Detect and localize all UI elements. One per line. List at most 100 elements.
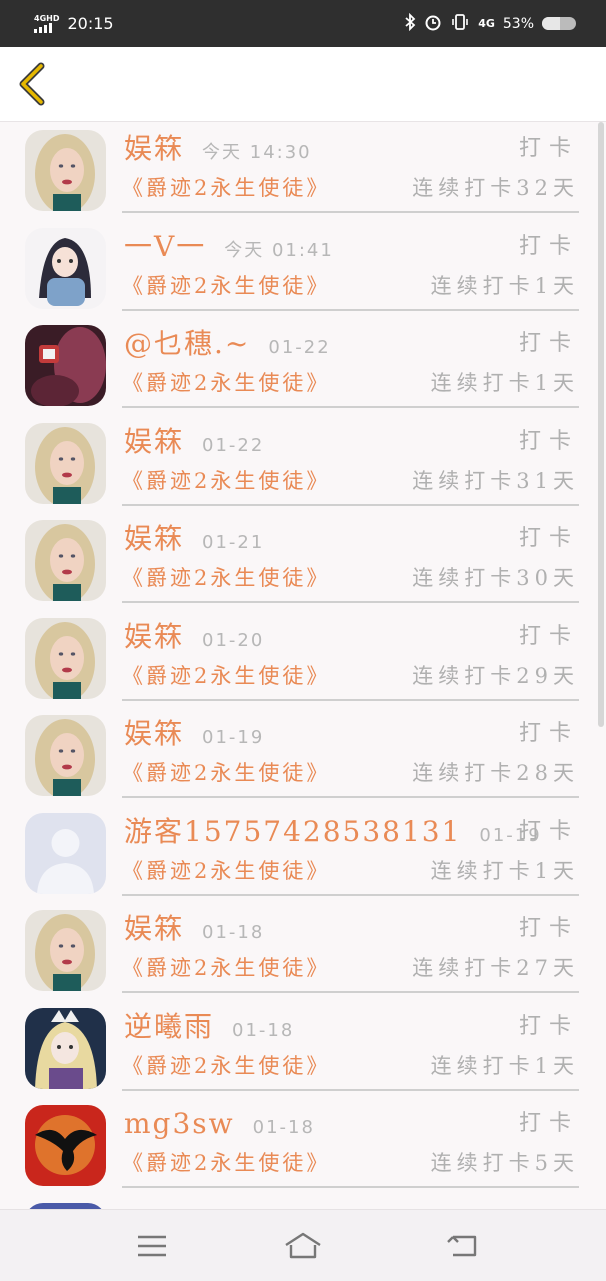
row-content: @乜穗.~ 01-22 打卡《爵迹2永生使徒》 连续打卡1天 xyxy=(122,317,579,408)
checkin-label: 打卡 xyxy=(518,331,579,356)
timestamp: 今天 01:41 xyxy=(224,239,334,261)
username[interactable]: 游客15757428538131 01-19 xyxy=(124,815,542,853)
avatar[interactable] xyxy=(25,617,106,699)
row-content: 娱箖 01-19 打卡《爵迹2永生使徒》 连续打卡28天 xyxy=(122,707,579,798)
network-type: 4GHD xyxy=(34,13,60,23)
avatar[interactable] xyxy=(25,325,106,406)
checkin-row[interactable]: 游客15757428538131 01-19 打卡 《爵迹2永生使徒》 连续打卡1天 xyxy=(0,805,606,902)
checkin-label: 打卡 xyxy=(518,526,579,551)
book-title[interactable]: 《爵迹2永生使徒》 xyxy=(122,465,330,497)
username[interactable]: mg3sw 01-18 xyxy=(124,1107,315,1145)
row-content: 娱箖 01-21 打卡《爵迹2永生使徒》 连续打卡30天 xyxy=(122,512,579,603)
username[interactable]: 娱箖 01-21 xyxy=(124,522,264,560)
scrollbar[interactable] xyxy=(598,122,604,727)
status-bar: 4GHD 20:15 4G 53% xyxy=(0,0,606,47)
row-content: 逆曦雨 01-18 打卡《爵迹2永生使徒》 连续打卡1天 xyxy=(122,1000,579,1091)
book-title[interactable]: 《爵迹2永生使徒》 xyxy=(122,367,330,399)
checkin-row[interactable]: @乜穗.~ 01-22 打卡《爵迹2永生使徒》 连续打卡1天 xyxy=(0,317,606,414)
checkin-row[interactable]: 娱箖 01-20 打卡 《爵迹2永生使徒》 连续打卡29天 xyxy=(0,610,606,707)
checkin-row[interactable]: 一V一 今天 01:41 打卡 《爵迹2永生使徒》 连续打卡1天 xyxy=(0,220,606,317)
avatar[interactable] xyxy=(25,520,106,601)
checkin-label: 打卡 xyxy=(518,1111,579,1136)
book-title[interactable]: 《爵迹2永生使徒》 xyxy=(122,562,330,594)
streak-count: 连续打卡1天 xyxy=(430,273,579,298)
vibrate-icon xyxy=(450,13,470,35)
checkin-label: 打卡 xyxy=(518,1013,579,1039)
streak-count: 连续打卡28天 xyxy=(412,761,579,785)
book-title[interactable]: 《爵迹2永生使徒》 xyxy=(122,270,330,302)
back-nav-button[interactable] xyxy=(443,1228,483,1264)
checkin-label: 打卡 xyxy=(518,721,579,746)
username[interactable]: 一V一 今天 01:41 xyxy=(124,230,334,268)
checkin-row[interactable]: 逆曦雨 01-18 打卡《爵迹2永生使徒》 连续打卡1天 xyxy=(0,1000,606,1097)
streak-count: 连续打卡1天 xyxy=(430,858,579,883)
username[interactable]: 逆曦雨 01-18 xyxy=(124,1010,294,1048)
username[interactable]: 娱箖 今天 14:30 xyxy=(124,132,312,170)
book-title[interactable]: 《爵迹2永生使徒》 xyxy=(122,855,330,887)
back-button[interactable] xyxy=(12,61,52,107)
username[interactable]: 娱箖 01-22 xyxy=(124,425,264,463)
row-content: 娱箖 01-20 打卡 《爵迹2永生使徒》 连续打卡29天 xyxy=(122,610,579,701)
avatar[interactable] xyxy=(25,227,106,309)
timestamp: 01-22 xyxy=(202,434,265,456)
avatar[interactable] xyxy=(25,1007,106,1089)
avatar[interactable] xyxy=(25,715,106,796)
streak-count: 连续打卡1天 xyxy=(430,1053,579,1078)
menu-button[interactable] xyxy=(132,1228,172,1264)
row-content: 娱箖 今天 14:30 打卡《爵迹2永生使徒》 连续打卡32天 xyxy=(122,122,579,213)
avatar[interactable] xyxy=(25,910,106,991)
checkin-row[interactable]: 娱箖 01-21 打卡《爵迹2永生使徒》 连续打卡30天 xyxy=(0,512,606,609)
book-title[interactable]: 《爵迹2永生使徒》 xyxy=(122,952,330,984)
row-content: 游客15757428538131 01-19 打卡 《爵迹2永生使徒》 连续打卡1天 xyxy=(122,805,579,896)
username[interactable]: @乜穗.~ 01-22 xyxy=(124,327,331,365)
signal-icon: 4GHD xyxy=(34,13,60,33)
checkin-label: 打卡 xyxy=(518,136,579,161)
row-content: 娱箖 01-22 打卡《爵迹2永生使徒》 连续打卡31天 xyxy=(122,415,579,506)
status-right: 4G 53% xyxy=(404,12,576,35)
checkin-label: 打卡 xyxy=(518,428,579,454)
battery-icon xyxy=(542,17,576,30)
streak-count: 连续打卡27天 xyxy=(412,956,579,980)
streak-count: 连续打卡32天 xyxy=(412,176,579,200)
checkin-list[interactable]: 娱箖 今天 14:30 打卡 《爵迹2永生使徒》 连续打卡32天 一V一 今天 01:41 打… xyxy=(0,122,606,1209)
row-content: 娱箖 01-18 打卡《爵迹2永生使徒》 连续打卡27天 xyxy=(122,902,579,993)
timestamp: 01-18 xyxy=(252,1117,315,1138)
avatar[interactable] xyxy=(25,130,106,211)
timestamp: 01-18 xyxy=(202,922,265,943)
streak-count: 连续打卡31天 xyxy=(412,468,579,493)
header xyxy=(0,47,606,122)
username[interactable]: 娱箖 01-19 xyxy=(124,717,264,755)
book-title[interactable]: 《爵迹2永生使徒》 xyxy=(122,660,330,692)
checkin-label: 打卡 xyxy=(518,916,579,941)
avatar[interactable] xyxy=(25,422,106,504)
network-right: 4G xyxy=(478,17,495,30)
checkin-row[interactable]: 娱箖 01-18 打卡《爵迹2永生使徒》 连续打卡27天 xyxy=(0,902,606,999)
book-title[interactable]: 《爵迹2永生使徒》 xyxy=(122,757,330,789)
username[interactable]: 娱箖 01-18 xyxy=(124,912,264,950)
avatar[interactable] xyxy=(25,812,106,894)
streak-count: 连续打卡1天 xyxy=(430,371,579,395)
back-icon xyxy=(447,1235,477,1257)
book-title[interactable]: 《爵迹2永生使徒》 xyxy=(122,1147,330,1179)
username[interactable]: 娱箖 01-20 xyxy=(124,620,264,658)
checkin-row[interactable]: 娱箖 今天 14:30 打卡《爵迹2永生使徒》 连续打卡32天 xyxy=(0,122,606,219)
checkin-row[interactable]: mg3sw 01-18 打卡《爵迹2永生使徒》 连续打卡5天 xyxy=(0,1097,606,1194)
checkin-row[interactable]: 娱箖 01-19 打卡《爵迹2永生使徒》 连续打卡28天 xyxy=(0,707,606,804)
status-left: 4GHD 20:15 xyxy=(34,14,114,33)
timestamp: 01-21 xyxy=(202,532,265,553)
row-content: mg3sw 01-18 打卡《爵迹2永生使徒》 连续打卡5天 xyxy=(122,1097,579,1188)
streak-count: 连续打卡5天 xyxy=(430,1151,579,1175)
checkin-row-partial[interactable] xyxy=(0,1195,606,1209)
avatar[interactable] xyxy=(25,1105,106,1186)
timestamp: 今天 14:30 xyxy=(202,142,312,163)
home-icon xyxy=(285,1232,321,1259)
home-button[interactable] xyxy=(283,1228,323,1264)
timestamp: 01-20 xyxy=(202,629,265,651)
book-title[interactable]: 《爵迹2永生使徒》 xyxy=(122,172,330,204)
book-title[interactable]: 《爵迹2永生使徒》 xyxy=(122,1050,330,1082)
streak-count: 连续打卡30天 xyxy=(412,566,579,590)
system-navbar xyxy=(0,1209,606,1281)
checkin-row[interactable]: 娱箖 01-22 打卡《爵迹2永生使徒》 连续打卡31天 xyxy=(0,415,606,512)
battery-percent: 53% xyxy=(502,15,534,32)
checkin-label: 打卡 xyxy=(518,623,579,649)
